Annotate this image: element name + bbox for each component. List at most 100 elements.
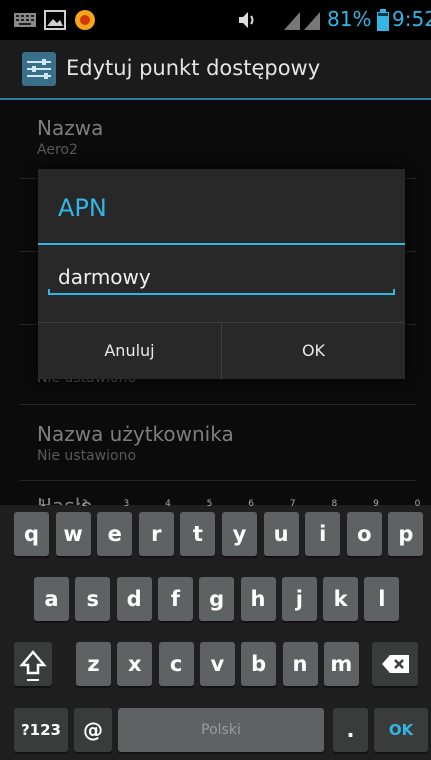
image-icon — [44, 10, 66, 30]
period-key[interactable]: . — [333, 708, 368, 752]
key-j[interactable]: j — [281, 577, 317, 621]
settings-sliders-icon[interactable] — [22, 52, 56, 86]
apn-input[interactable]: darmowy — [48, 261, 395, 297]
signal-icon — [284, 12, 320, 30]
at-key[interactable]: @ — [74, 708, 112, 752]
key-x[interactable]: x — [117, 642, 153, 686]
key-hint: 0 — [414, 499, 421, 509]
key-label: v — [210, 652, 225, 676]
list-item-value: Aero2 — [37, 142, 78, 158]
backspace-icon — [382, 655, 409, 673]
key-hint: 6 — [248, 499, 254, 509]
dialog-title-divider — [38, 243, 405, 245]
key-hint: 9 — [373, 499, 379, 509]
key-p[interactable]: p0 — [388, 499, 424, 556]
clock: 9:52 — [392, 7, 431, 31]
key-label: t — [192, 522, 203, 546]
key-w[interactable]: w2 — [55, 499, 91, 556]
list-item-title: Nazwa użytkownika — [37, 422, 234, 446]
list-item-value: Nie ustawiono — [37, 448, 137, 464]
key-e[interactable]: e3 — [97, 499, 133, 556]
key-label: y — [232, 522, 247, 546]
input-underline — [48, 289, 395, 295]
key-hint: 5 — [206, 499, 213, 509]
shift-key[interactable] — [14, 642, 52, 686]
key-r[interactable]: r4 — [138, 499, 174, 556]
key-u[interactable]: u7 — [263, 499, 299, 556]
cancel-button[interactable]: Anuluj — [38, 323, 221, 379]
key-m[interactable]: m — [323, 642, 359, 686]
key-hint: 4 — [165, 499, 171, 509]
divider — [20, 404, 416, 405]
apn-input-value: darmowy — [58, 265, 151, 289]
key-f[interactable]: f — [157, 577, 193, 621]
page-title: Edytuj punkt dostępowy — [66, 56, 321, 80]
soft-keyboard: ?123 @ Polski . OK q1w2e3r4t5y6u7i8o9p0a… — [0, 499, 431, 760]
divider — [20, 480, 416, 481]
key-label: a — [44, 587, 59, 611]
key-h[interactable]: h — [240, 577, 276, 621]
key-label: e — [107, 522, 122, 546]
key-o[interactable]: o9 — [346, 499, 382, 556]
key-label: r — [151, 522, 162, 546]
key-label: p — [398, 522, 414, 546]
shift-icon — [19, 650, 47, 681]
key-label: c — [169, 652, 183, 676]
list-item-username[interactable]: Nazwa użytkownika Nie ustawiono — [37, 422, 234, 464]
dialog-title: APN — [58, 194, 107, 222]
key-hint: 7 — [289, 499, 296, 509]
key-label: j — [295, 587, 303, 611]
key-label: d — [126, 587, 142, 611]
apn-dialog: APN darmowy Anuluj OK — [38, 169, 405, 379]
key-c[interactable]: c — [158, 642, 194, 686]
key-label: o — [357, 522, 372, 546]
key-label: b — [251, 652, 267, 676]
key-label: h — [250, 587, 266, 611]
key-b[interactable]: b — [241, 642, 277, 686]
key-label: q — [23, 522, 40, 546]
key-label: n — [292, 652, 308, 676]
key-v[interactable]: v — [199, 642, 235, 686]
key-i[interactable]: i8 — [305, 499, 341, 556]
key-y[interactable]: y6 — [222, 499, 257, 556]
key-label: s — [86, 587, 100, 611]
ok-button[interactable]: OK — [222, 323, 405, 379]
key-d[interactable]: d — [116, 577, 152, 621]
key-a[interactable]: a — [34, 577, 69, 621]
key-z[interactable]: z — [76, 642, 111, 686]
key-t[interactable]: t5 — [180, 499, 216, 556]
key-label: g — [209, 587, 225, 611]
space-key[interactable]: Polski — [118, 708, 324, 752]
key-label: u — [273, 522, 289, 546]
key-label: k — [333, 587, 348, 611]
key-g[interactable]: g — [199, 577, 235, 621]
key-label: m — [330, 652, 353, 676]
key-label: l — [378, 587, 386, 611]
key-hint: 1 — [40, 499, 46, 509]
symbols-key[interactable]: ?123 — [14, 708, 68, 752]
key-label: i — [319, 522, 327, 546]
action-bar: Edytuj punkt dostępowy — [0, 40, 431, 100]
key-hint: 8 — [331, 499, 338, 509]
key-label: w — [63, 522, 83, 546]
key-label: z — [87, 652, 100, 676]
list-item-name[interactable]: Nazwa Aero2 — [37, 116, 103, 158]
volume-icon — [239, 12, 254, 28]
battery-percent: 81% — [327, 7, 372, 31]
key-l[interactable]: l — [364, 577, 400, 621]
list-item-title: Nazwa — [37, 116, 104, 140]
key-label: f — [170, 587, 180, 611]
enter-key[interactable]: OK — [374, 708, 428, 752]
notification-app-icon — [75, 10, 95, 30]
keyboard-icon — [14, 13, 36, 27]
battery-icon — [377, 9, 389, 31]
key-n[interactable]: n — [282, 642, 318, 686]
backspace-key[interactable] — [372, 642, 418, 686]
status-bar: 81% 9:52 — [0, 0, 431, 40]
key-q[interactable]: q1 — [14, 499, 49, 556]
key-s[interactable]: s — [75, 577, 111, 621]
key-hint: 2 — [81, 499, 88, 509]
key-k[interactable]: k — [323, 577, 359, 621]
key-hint: 3 — [123, 499, 130, 509]
key-label: x — [128, 652, 142, 676]
